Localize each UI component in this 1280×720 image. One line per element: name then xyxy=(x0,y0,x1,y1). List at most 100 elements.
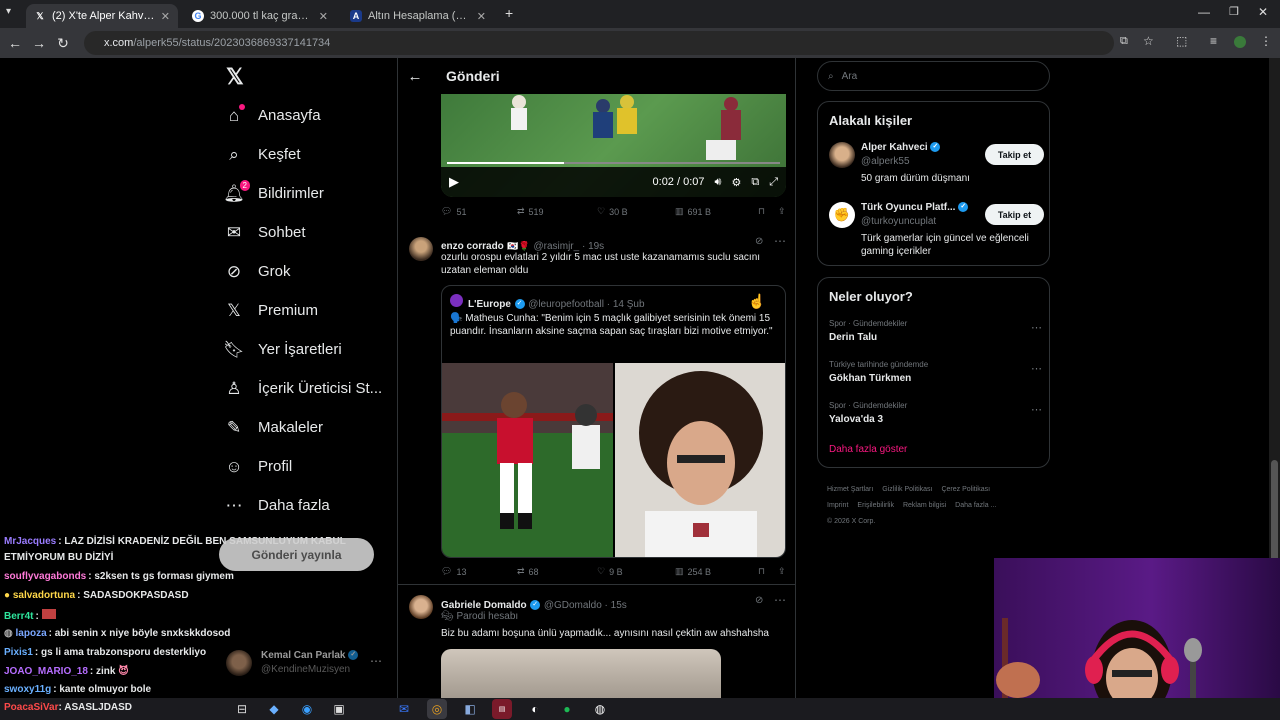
like-button[interactable]: ♡ 30 B xyxy=(597,206,675,217)
video-progress[interactable] xyxy=(447,162,780,164)
like-button[interactable]: ♡ 9 B xyxy=(597,566,675,577)
edge-icon[interactable]: ◉ xyxy=(297,699,317,719)
more-options-icon[interactable]: ⋯ xyxy=(370,654,382,668)
x-logo-icon[interactable]: 𝕏 xyxy=(226,64,244,90)
app-icon[interactable]: ◧ xyxy=(460,699,480,719)
avatar[interactable] xyxy=(409,237,433,261)
back-arrow-icon[interactable]: ← xyxy=(398,68,432,85)
views-button[interactable]: ▥ 254 B xyxy=(675,566,758,577)
avatar[interactable] xyxy=(409,595,433,619)
footer-link[interactable]: Daha fazla ... xyxy=(955,502,996,509)
profile-avatar[interactable] xyxy=(1234,36,1246,48)
nav-item-explore[interactable]: ⌕ Keşfet xyxy=(224,135,404,174)
obs-icon[interactable]: ◍ xyxy=(590,699,610,719)
quote-image-left[interactable] xyxy=(442,363,613,557)
footer-link[interactable]: Gizlilik Politikası xyxy=(882,486,932,493)
repost-button[interactable]: ⇄ 68 xyxy=(517,566,597,577)
share-icon[interactable]: ⇪ xyxy=(778,566,786,577)
footer-link[interactable]: Hizmet Şartları xyxy=(827,486,873,493)
follow-button[interactable]: Takip et xyxy=(985,204,1044,225)
nav-item-grok[interactable]: ⊘ Grok xyxy=(224,252,404,291)
store-icon[interactable]: ▣ xyxy=(329,699,349,719)
grok-icon[interactable]: ⊘ xyxy=(755,595,763,606)
post-button[interactable]: Gönderi yayınla xyxy=(219,538,374,571)
bookmark-icon[interactable]: ⊓ xyxy=(758,206,778,217)
quote-image-right[interactable] xyxy=(615,363,786,557)
show-more-link[interactable]: Daha fazla göster xyxy=(829,444,907,455)
pip-icon[interactable]: ⧉ xyxy=(751,176,759,189)
repost-button[interactable]: ⇄ 519 xyxy=(517,206,597,217)
play-icon[interactable]: ▶ xyxy=(449,174,459,190)
close-tab-icon[interactable]: ✕ xyxy=(319,10,328,23)
extensions-icon[interactable]: ⬚ xyxy=(1176,34,1187,48)
chrome-icon[interactable]: ◎ xyxy=(427,699,447,719)
fullscreen-icon[interactable]: ⤢ xyxy=(769,176,778,189)
more-options-icon[interactable]: ⋯ xyxy=(1031,362,1042,375)
avatar[interactable] xyxy=(829,142,855,168)
menu-icon[interactable]: ⋮ xyxy=(1260,34,1272,48)
video-player[interactable]: ▶ 0:02 / 0:07 🔊︎ ⚙ ⧉ ⤢ xyxy=(441,94,786,197)
outlook-icon[interactable]: ✉ xyxy=(394,699,414,719)
nav-item-articles[interactable]: ✎ Makaleler xyxy=(224,408,404,447)
new-tab-icon[interactable]: + xyxy=(505,5,513,21)
trend-item[interactable]: Spor · Gündemdekiler Derin Talu ⋯ xyxy=(829,319,1042,343)
bell-icon: 🔔︎ 2 xyxy=(223,179,250,204)
discord-icon[interactable]: ◐ xyxy=(525,699,545,719)
star-icon[interactable]: ☆ xyxy=(1143,34,1154,48)
tweet-media[interactable] xyxy=(441,649,721,698)
more-options-icon[interactable]: ⋯ xyxy=(774,234,786,248)
browser-tab[interactable]: A Altın Hesaplama (Çeyrek ve Gra ✕ xyxy=(342,4,494,28)
avatar[interactable]: ✊ xyxy=(829,202,855,228)
footer-link[interactable]: Çerez Politikası xyxy=(941,486,990,493)
minimize-icon[interactable]: — xyxy=(1198,5,1210,19)
search-input[interactable]: ⌕ Ara xyxy=(817,61,1050,91)
close-window-icon[interactable]: ✕ xyxy=(1258,5,1268,19)
copilot-icon[interactable]: ◆ xyxy=(264,699,284,719)
quoted-tweet[interactable]: L'Europe ✓ @leuropefootball · 14 Şub 🗣️ … xyxy=(441,285,786,558)
views-button[interactable]: ▥ 691 B xyxy=(675,206,758,217)
close-tab-icon[interactable]: ✕ xyxy=(161,10,170,23)
author-handle[interactable]: @GDomaldo · 15s xyxy=(544,600,627,611)
account-switcher[interactable]: Kemal Can Parlak ✓ @KendineMuzisyen ⋯ xyxy=(226,648,396,678)
reply-button[interactable]: 💬︎ 51 xyxy=(441,206,517,217)
reply-tweet[interactable]: enzo corrado 🇰🇷🌹 @rasimjr_ · 19s ⊘ ⋯ ozu… xyxy=(398,228,795,585)
footer-link[interactable]: Erişilebilirlik xyxy=(857,502,894,509)
bookmark-icon[interactable]: ⊓ xyxy=(758,566,778,577)
nav-item-creator-studio[interactable]: ♙ İçerik Üreticisi St... xyxy=(224,369,404,408)
browser-tab[interactable]: G 300.000 tl kaç gram altın - Goo ✕ xyxy=(184,4,336,28)
more-options-icon[interactable]: ⋯ xyxy=(774,593,786,607)
nav-item-chat[interactable]: ✉ Sohbet xyxy=(224,213,404,252)
nav-item-bookmarks[interactable]: 🔖︎ Yer İşaretleri xyxy=(223,330,404,369)
tab-search-icon[interactable]: ▾ xyxy=(6,6,11,17)
browser-tab-active[interactable]: 𝕏 (2) X'te Alper Kahveci: "TL İLE N ✕ xyxy=(26,4,178,28)
cast-icon[interactable]: ⧉ xyxy=(1120,35,1128,48)
reply-button[interactable]: 💬︎ 13 xyxy=(441,566,517,577)
trend-item[interactable]: Türkiye tarihinde gündemde Gökhan Türkme… xyxy=(829,360,1042,384)
restore-icon[interactable]: ❐ xyxy=(1229,5,1239,18)
grok-icon[interactable]: ⊘ xyxy=(755,236,763,247)
back-icon[interactable]: ← xyxy=(3,31,27,55)
settings-icon[interactable]: ⚙ xyxy=(731,176,741,189)
reply-tweet[interactable]: Gabriele Domaldo ✓ @GDomaldo · 15s ⊘ ⋯ 🎭… xyxy=(398,586,795,698)
trend-item[interactable]: Spor · Gündemdekiler Yalova'da 3 ⋯ xyxy=(829,401,1042,425)
url-bar[interactable]: x.com/alperk55/status/202303686933714173… xyxy=(84,31,1114,55)
app-icon[interactable]: ▤ xyxy=(492,699,512,719)
spotify-icon[interactable]: ● xyxy=(557,699,577,719)
share-icon[interactable]: ⇪ xyxy=(778,206,786,217)
nav-item-home[interactable]: ⌂ Anasayfa xyxy=(224,96,404,135)
task-view-icon[interactable]: ⊟ xyxy=(232,699,252,719)
footer-link[interactable]: Reklam bilgisi xyxy=(903,502,946,509)
nav-item-premium[interactable]: 𝕏 Premium xyxy=(224,291,404,330)
follow-button[interactable]: Takip et xyxy=(985,144,1044,165)
nav-item-profile[interactable]: ☺ Profil xyxy=(224,447,404,486)
more-options-icon[interactable]: ⋯ xyxy=(1031,403,1042,416)
more-options-icon[interactable]: ⋯ xyxy=(1031,321,1042,334)
media-icon[interactable]: ≡ xyxy=(1210,34,1217,48)
forward-icon[interactable]: → xyxy=(27,31,51,55)
nav-item-notifications[interactable]: 🔔︎ 2 Bildirimler xyxy=(223,174,404,213)
volume-icon[interactable]: 🔊︎ xyxy=(715,176,722,189)
close-tab-icon[interactable]: ✕ xyxy=(477,10,486,23)
footer-link[interactable]: Imprint xyxy=(827,502,848,509)
author-name[interactable]: Gabriele Domaldo xyxy=(441,600,527,611)
reload-icon[interactable]: ↻ xyxy=(51,31,75,55)
